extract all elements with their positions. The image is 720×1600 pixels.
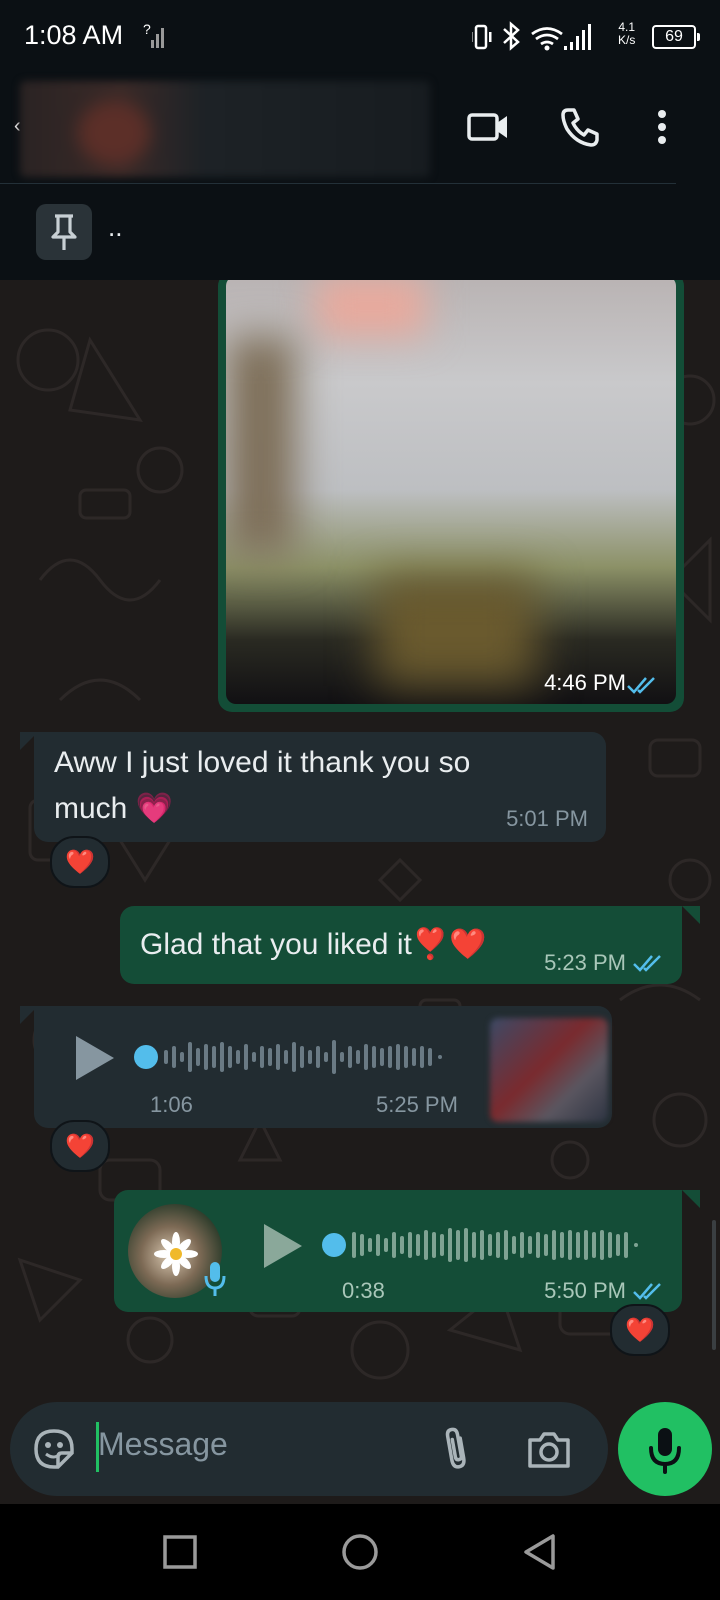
sender-avatar-blurred[interactable] <box>490 1018 608 1122</box>
scrollbar[interactable] <box>712 1220 716 1350</box>
composer-bar: Message <box>0 1402 720 1504</box>
sticker-icon[interactable] <box>32 1427 76 1471</box>
contact-info-blurred[interactable] <box>20 81 430 177</box>
incoming-message-bubble[interactable]: Aww I just loved it thank you so much 💗 … <box>34 732 606 842</box>
heart-reaction: ❤️ <box>625 1316 655 1344</box>
message-input-container[interactable]: Message <box>10 1402 608 1496</box>
message-time: 5:25 PM <box>376 1092 458 1117</box>
play-icon[interactable] <box>72 1034 116 1082</box>
wifi-icon <box>531 27 563 46</box>
no-sim-signal-icon: ? <box>143 21 164 48</box>
voice-call-icon[interactable] <box>558 105 602 149</box>
chat-area[interactable]: 4:46 PM Aww I just loved it thank you so… <box>0 280 720 1402</box>
outgoing-voice-message[interactable]: 0:38 5:50 PM <box>114 1190 682 1312</box>
message-text-line-2: much 💗 <box>54 792 174 825</box>
message-time: 5:23 PM <box>544 950 626 975</box>
network-speed: 4.1 K/s <box>618 21 635 47</box>
voice-record-button[interactable] <box>618 1402 712 1496</box>
cell-signal-icon <box>564 24 591 50</box>
message-text: Glad that you liked it❣️❤️ <box>140 928 487 961</box>
attach-icon[interactable] <box>438 1425 474 1473</box>
outgoing-message-bubble[interactable]: Glad that you liked it❣️❤️ 5:23 PM <box>120 906 682 984</box>
message-time: 5:01 PM <box>506 806 588 831</box>
reaction-badge[interactable]: ❤️ <box>50 836 110 888</box>
pin-icon-box <box>36 204 92 260</box>
nav-home-icon[interactable] <box>340 1532 380 1572</box>
message-text-line-1: Aww I just loved it thank you so <box>54 746 471 779</box>
reaction-badge[interactable]: ❤️ <box>50 1120 110 1172</box>
voice-duration: 0:38 <box>342 1278 385 1303</box>
blurred-photo[interactable] <box>226 280 676 704</box>
heart-reaction: ❤️ <box>65 848 95 876</box>
mic-small-icon <box>204 1262 226 1296</box>
contact-avatar <box>78 101 150 165</box>
voice-duration: 1:06 <box>150 1092 193 1117</box>
voice-waveform[interactable] <box>132 1032 452 1082</box>
mic-icon <box>649 1428 681 1474</box>
heart-reaction: ❤️ <box>65 1132 95 1160</box>
status-time: 1:08 AM <box>24 20 124 50</box>
nav-recent-icon[interactable] <box>160 1532 200 1572</box>
status-bar: 1:08 AM ? 4.1 K/s 69 <box>0 0 720 75</box>
image-message[interactable]: 4:46 PM <box>218 280 684 712</box>
bluetooth-icon <box>503 21 520 51</box>
pin-icon <box>51 214 77 250</box>
pinned-message-bar[interactable]: .. <box>0 184 720 280</box>
chat-header: ‹ <box>0 75 720 183</box>
battery-indicator: 69 <box>652 25 700 49</box>
message-time: 5:50 PM <box>544 1278 626 1303</box>
image-message-time: 4:46 PM <box>544 670 626 695</box>
read-receipt-icon <box>633 955 661 972</box>
system-nav-bar <box>0 1504 720 1600</box>
play-icon[interactable] <box>260 1222 304 1270</box>
incoming-voice-message[interactable]: 1:06 5:25 PM <box>34 1006 612 1128</box>
video-call-icon[interactable] <box>466 105 510 149</box>
nav-back-icon[interactable] <box>520 1532 560 1572</box>
message-input[interactable]: Message <box>98 1426 228 1463</box>
speed-unit: K/s <box>618 33 636 47</box>
reaction-badge[interactable]: ❤️ <box>610 1304 670 1356</box>
more-options-icon[interactable] <box>650 105 674 149</box>
read-receipt-icon <box>633 1283 661 1300</box>
vibrate-icon <box>472 24 492 50</box>
voice-waveform[interactable] <box>320 1220 650 1270</box>
camera-icon[interactable] <box>526 1430 572 1470</box>
svg-text:?: ? <box>143 21 151 37</box>
pinned-text: .. <box>108 212 123 242</box>
read-receipt-icon <box>627 677 655 694</box>
